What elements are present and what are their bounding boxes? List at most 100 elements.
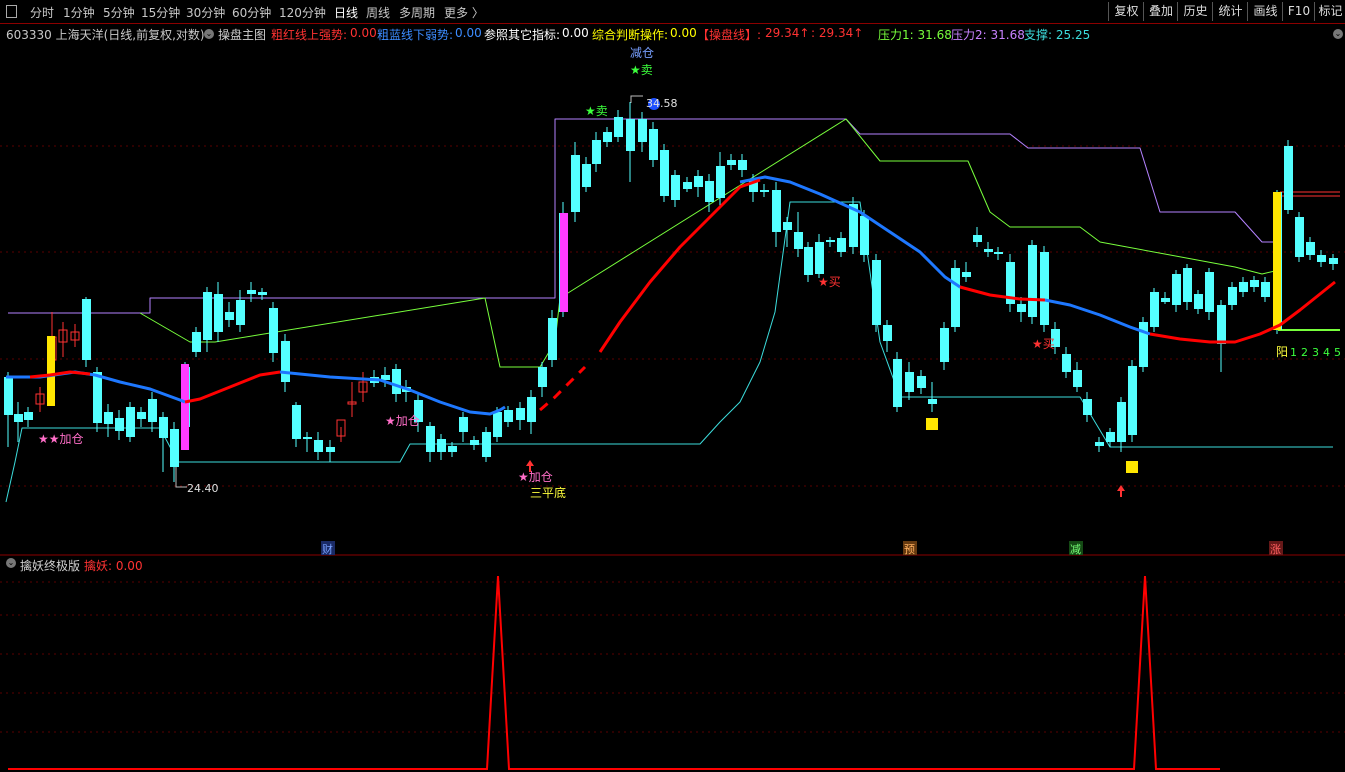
candle-down [1028,245,1037,317]
candle-down [170,429,179,467]
period-tab-daily[interactable]: 日线 [334,4,358,21]
candle-down [928,399,937,404]
candle-down [649,129,658,160]
candle-down [104,412,113,424]
candle-down [716,166,725,198]
period-tab-1min[interactable]: 1分钟 [63,4,95,21]
candle-down [1106,432,1115,442]
red-ma-line-2 [184,370,281,404]
period-tab-weekly[interactable]: 周线 [366,4,390,21]
candle-down [1194,294,1203,309]
candle-down [1083,399,1092,415]
overlay-button[interactable]: 叠加 [1143,2,1178,21]
candle-down [225,312,234,320]
event-rise[interactable]: 涨 [1270,543,1281,556]
period-tab-fenshi[interactable]: 分时 [30,4,54,21]
candle-down [1073,370,1082,387]
reduce-position-label: 减仓 [630,46,654,60]
event-reduce[interactable]: 减 [1070,543,1081,556]
pressure1: 压力1: 31.68 [878,28,952,42]
period-tab-60min[interactable]: 60分钟 [232,4,271,21]
stats-button[interactable]: 统计 [1212,2,1248,21]
candle-down [281,341,290,382]
period-tab-more[interactable]: 更多 〉 [444,4,484,21]
candle-down [1205,272,1214,312]
period-tab-5min[interactable]: 5分钟 [103,4,135,21]
candle-down [527,397,536,422]
yellow-signal-square [926,418,938,430]
event-finance[interactable]: 财 [322,542,333,556]
low-price-label: 24.40 [187,482,219,495]
candle-down [93,372,102,423]
candle-down [794,232,803,249]
candle-down [1217,305,1226,344]
f10-button[interactable]: F10 [1282,2,1315,21]
fuquan-button[interactable]: 复权 [1108,2,1144,21]
up-arrow-icon [1117,485,1125,497]
candle-down [1239,282,1248,292]
add-position-signal-2: ★加仓 [385,414,420,428]
period-tab-multi[interactable]: 多周期 [399,4,435,21]
candle-down [1150,292,1159,327]
window-toggle-icon[interactable] [6,5,17,18]
red-ma-line-1 [29,370,91,379]
wave-num-2: 2 [1301,346,1308,359]
candle-down [883,325,892,341]
candle-down [984,249,993,252]
candle-down [493,412,502,437]
candle-down [694,176,703,187]
candle-down [303,437,312,439]
ref-value: 0.00 [562,26,589,40]
mark-button[interactable]: 标记 [1314,2,1345,21]
buy-signal-2: ★买 [1032,337,1055,351]
candle-down [192,332,201,352]
candle-down [1284,146,1293,210]
indicator-name[interactable]: 操盘主图 [218,26,266,43]
period-tab-30min[interactable]: 30分钟 [186,4,225,21]
candle-down [137,412,146,419]
pressure1-line [139,118,1276,368]
red-ma-line-3 [598,178,761,353]
candle-down [482,432,491,457]
candle-down [614,117,623,137]
candle-down [236,300,245,325]
candle-down [24,412,33,420]
candle-down [738,160,747,170]
candle-down [1228,287,1237,305]
candlestick-chart[interactable]: 减仓 ★卖 ★卖 34.58 24.40 ★★加仓 ★加仓 ★加仓 三平底 ★买… [0,42,1345,556]
candle-down [893,359,902,407]
support-line [5,201,1333,503]
history-button[interactable]: 历史 [1177,2,1213,21]
candle-down [269,308,278,353]
candle-down [82,299,91,360]
candle-down [258,292,267,295]
candle-down [571,155,580,212]
highlight-bar [560,213,568,312]
lower-indicator-chart[interactable] [0,572,1345,772]
candle-down [582,164,591,187]
red-strong-value: 0.00 [350,26,377,40]
draw-line-button[interactable]: 画线 [1247,2,1283,21]
candle-down [292,405,301,439]
candle-down [448,446,457,452]
event-forecast[interactable]: 预 [904,543,915,556]
candle-down [1172,274,1181,305]
operate-line-value1: 29.34↑ [765,26,810,40]
judge-value: 0.00 [670,26,697,40]
operate-line-value2: : 29.34↑ [811,26,864,40]
indicator-info-bar: 603330 上海天洋(日线,前复权,对数) ⌄ 操盘主图 粗红线上强势: 0.… [6,26,1343,43]
high-price-label: 34.58 [646,97,678,110]
period-tab-15min[interactable]: 15分钟 [141,4,180,21]
candle-down [538,367,547,387]
candle-down [760,190,769,192]
candle-down [804,247,813,275]
highlight-bar [1273,192,1281,330]
period-tab-120min[interactable]: 120分钟 [279,4,326,21]
candle-down [4,377,13,415]
candle-down [159,417,168,438]
wave-num-1: 1 [1290,346,1297,359]
candle-down [148,399,157,422]
yellow-signal-square [1126,461,1138,473]
qinyao-line [8,575,1220,770]
blue-ma-line-4 [1044,298,1151,336]
